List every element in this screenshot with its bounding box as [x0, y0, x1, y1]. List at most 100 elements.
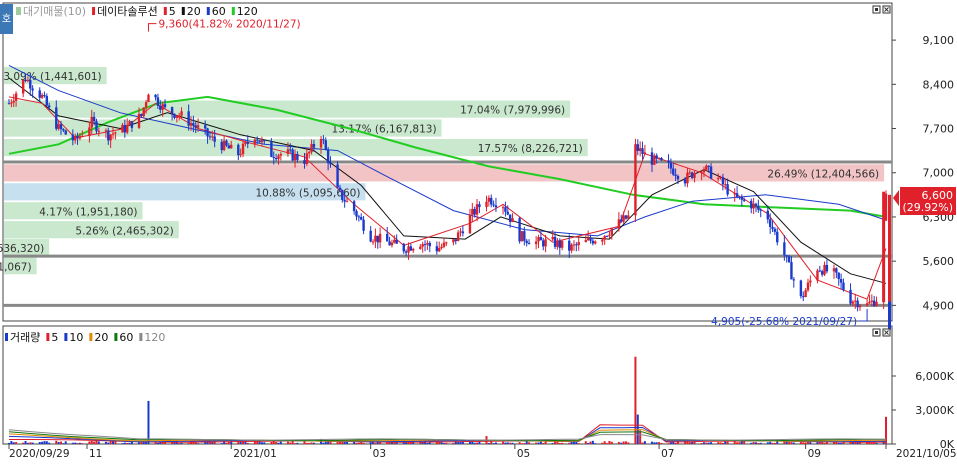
candle-body [128, 121, 131, 125]
candle-body [837, 272, 840, 280]
high-annotation: 9,360(41.82% 2020/11/27) [158, 19, 300, 31]
candle-body [655, 155, 658, 159]
volume-bar [733, 441, 736, 444]
volume-bar [589, 441, 592, 444]
volume-bar [620, 442, 623, 444]
candle-body [806, 282, 810, 291]
volume-bar [60, 441, 63, 444]
volume-tick-label: 3,000K [915, 404, 954, 417]
candle-body [792, 279, 796, 281]
volume-profile-label: 4.17% (1,951,180) [39, 206, 137, 218]
price-tick-label: 8,400 [923, 78, 955, 91]
candle-body [305, 153, 309, 164]
volume-bar [802, 442, 805, 444]
volume-bar [750, 442, 753, 444]
candle-body [620, 219, 623, 222]
candle-body [409, 246, 413, 251]
volume-bar [710, 442, 713, 444]
candle-body [558, 240, 561, 248]
candle-body [617, 219, 621, 229]
volume-bar [591, 440, 594, 444]
volume-bar [766, 442, 769, 444]
candle-body [872, 300, 876, 306]
volume-bar [539, 441, 542, 444]
volume-bar [291, 441, 294, 444]
volume-bar [48, 442, 51, 444]
volume-bar [97, 441, 100, 444]
candle-body [804, 290, 807, 297]
candle-body [272, 156, 275, 159]
candle-body [81, 136, 84, 138]
volume-bar [624, 441, 627, 444]
candle-body [244, 141, 247, 144]
legend-swatch [5, 333, 8, 341]
candle-body [412, 248, 415, 251]
candle-body [494, 205, 498, 208]
x-tick-label: 03 [373, 448, 386, 460]
candle-body [12, 100, 15, 103]
legend-swatch [64, 333, 68, 341]
volume-bar [558, 443, 561, 444]
price-tick-label: 7,000 [923, 167, 955, 180]
volume-bar [374, 442, 377, 444]
candle-body [286, 149, 290, 154]
candle-body [14, 93, 18, 101]
candle-body [59, 124, 63, 130]
volume-bar [584, 441, 587, 444]
price-tick-label: 4,900 [923, 299, 955, 312]
candle-body [21, 79, 25, 94]
volume-bar [41, 441, 44, 444]
candle-body [180, 111, 183, 116]
candle-body [73, 135, 77, 141]
volume-bar [180, 442, 183, 444]
volume-bar [468, 441, 471, 444]
candle-body [705, 165, 708, 170]
candle-body [511, 218, 514, 223]
volume-bar [71, 442, 74, 444]
candle-body [634, 144, 637, 216]
legend-volume-profile: 대기매물(10) [23, 5, 86, 18]
volume-bar [476, 442, 479, 444]
legend-stock-name: 데이타솔루션 [97, 5, 158, 18]
candle-body [31, 88, 34, 91]
candle-body [206, 128, 209, 137]
volume-bar [643, 441, 646, 444]
volume-bar [362, 442, 365, 444]
volume-bar [537, 442, 540, 444]
legend-swatch [139, 333, 143, 341]
candle-body [355, 211, 358, 217]
candle-body [799, 280, 803, 297]
candle-body [518, 218, 521, 242]
candle-body [820, 271, 824, 275]
legend-volume-ma-20: 20 [94, 331, 108, 344]
volume-bar [12, 442, 15, 444]
candle-body [854, 300, 857, 302]
volume-bar [667, 443, 670, 444]
candle-body [726, 184, 729, 195]
volume-bar [707, 442, 710, 444]
candle-body [690, 172, 694, 178]
candle-body [362, 219, 365, 231]
candle-body [868, 301, 871, 304]
volume-profile-label: 26.49% (12,404,566) [767, 168, 879, 180]
volume-bar [823, 442, 826, 444]
candle-body [303, 159, 306, 164]
stock-chart: 3.09% (1,441,601) 17.04% (7,979,996) 13.17… [0, 0, 957, 462]
volume-bar [622, 441, 625, 444]
candle-body [246, 141, 249, 144]
volume-bar [494, 442, 497, 444]
candle-body [374, 235, 377, 242]
volume-bar [8, 442, 10, 444]
candle-body [759, 209, 762, 211]
candle-body [78, 136, 82, 139]
candle-body [773, 228, 777, 232]
candle-body [468, 214, 472, 234]
volume-bar [29, 442, 32, 444]
candle-body [104, 130, 108, 132]
candle-body [454, 239, 457, 242]
volume-bar [204, 442, 207, 444]
price-tick-label: 5,600 [923, 255, 955, 268]
x-tick-label: 2021/01 [233, 448, 277, 460]
volume-bar [816, 441, 819, 444]
candle-body [29, 80, 32, 89]
